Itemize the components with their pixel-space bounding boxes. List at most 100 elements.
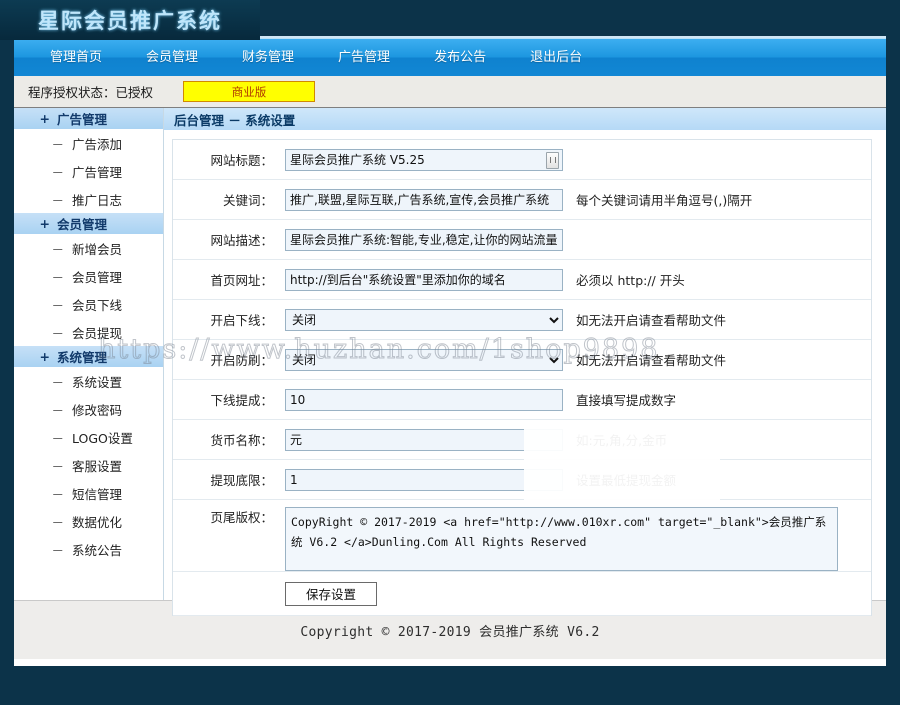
nav-finance[interactable]: 财务管理 (220, 39, 316, 77)
form-row-home-url: 首页网址： 必须以 http:// 开头 (173, 260, 871, 300)
form-row-site-title: 网站标题： (173, 140, 871, 180)
dash-icon: － (51, 136, 64, 152)
hint-keywords: 每个关键词请用半角逗号(,)隔开 (576, 193, 753, 208)
license-edition-badge[interactable]: 商业版 (183, 81, 316, 102)
sidebar-item-label: 短信管理 (72, 486, 123, 502)
field-actions: 保存设置 (285, 581, 871, 606)
sidebar-item-label: 会员管理 (72, 269, 123, 285)
field-enable-second: 关闭 如无法开启请查看帮助文件 (285, 348, 871, 371)
label-description: 网站描述： (210, 233, 273, 248)
label-keywords: 关键词： (222, 193, 273, 208)
sidebar-item-0-2[interactable]: － 推广日志 (14, 185, 163, 213)
hint-downline-rate: 直接填写提成数字 (576, 393, 677, 408)
sidebar-item-label: 新增会员 (72, 241, 123, 257)
field-enable-downline: 关闭 如无法开启请查看帮助文件 (285, 308, 871, 331)
field-downline-rate: 直接填写提成数字 (285, 388, 871, 411)
keywords-input[interactable] (285, 188, 563, 211)
body-split: + 广告管理 － 广告添加 － 广告管理 － 推广日志 + 会员管理 － 新增会员 － 会员管理 － 会员下线… (14, 108, 886, 616)
content-area: 后台管理 － 系统设置 网站标题： 关键词： (164, 108, 886, 616)
sidebar-menu: + 广告管理 － 广告添加 － 广告管理 － 推广日志 + 会员管理 － 新增会员 － 会员管理 － 会员下线… (14, 108, 164, 600)
license-bar: 程序授权状态：已授权 商业版 (14, 76, 886, 108)
sidebar-group-label: 广告管理 (57, 112, 108, 127)
spinner-icon[interactable] (546, 151, 559, 169)
sidebar-item-label: 系统设置 (72, 374, 123, 390)
sidebar-item-1-1[interactable]: － 会员管理 (14, 262, 163, 290)
hint-home-url: 必须以 http:// 开头 (576, 273, 685, 288)
sidebar-item-label: 修改密码 (72, 402, 123, 418)
form-row-footer-copy: 页尾版权： CopyRight © 2017-2019 <a href="htt… (173, 500, 871, 572)
label-downline-rate: 下线提成： (210, 393, 273, 408)
sidebar-group-0[interactable]: + 广告管理 (14, 108, 163, 129)
nav-ads[interactable]: 广告管理 (316, 39, 412, 77)
expand-plus-icon: + (39, 111, 50, 126)
label-home-url: 首页网址： (210, 273, 273, 288)
hint-currency-name: 如:元,角,分,金币 (576, 433, 668, 448)
dash-icon: － (51, 486, 64, 502)
form-row-keywords: 关键词： 每个关键词请用半角逗号(,)隔开 (173, 180, 871, 220)
dash-icon: － (51, 430, 64, 446)
sidebar-item-2-1[interactable]: － 修改密码 (14, 395, 163, 423)
nav-members[interactable]: 会员管理 (124, 39, 220, 77)
sidebar-group-1[interactable]: + 会员管理 (14, 213, 163, 234)
form-row-withdraw-min: 提现底限： 设置最低提现金额 (173, 460, 871, 500)
sidebar-item-label: 系统公告 (72, 542, 123, 558)
sidebar-item-label: 广告管理 (72, 164, 123, 180)
sidebar-item-label: 广告添加 (72, 136, 123, 152)
hint-enable-downline: 如无法开启请查看帮助文件 (576, 313, 727, 328)
sidebar-item-2-0[interactable]: － 系统设置 (14, 367, 163, 395)
sidebar-item-label: 会员提现 (72, 325, 123, 341)
logo-title: 星际会员推广系统 (38, 9, 222, 33)
save-settings-button[interactable]: 保存设置 (285, 581, 377, 606)
home-url-input[interactable] (285, 268, 563, 291)
page-frame: 管理首页 会员管理 财务管理 广告管理 发布公告 退出后台 程序授权状态：已授权 商业版 … (14, 36, 886, 666)
label-withdraw-min: 提现底限： (210, 473, 273, 488)
sidebar-item-1-3[interactable]: － 会员提现 (14, 318, 163, 346)
sidebar-item-2-6[interactable]: － 系统公告 (14, 535, 163, 563)
sidebar-item-0-1[interactable]: － 广告管理 (14, 157, 163, 185)
withdraw-min-input[interactable] (285, 468, 563, 491)
sidebar-item-2-3[interactable]: － 客服设置 (14, 451, 163, 479)
label-currency-name: 货币名称： (210, 433, 273, 448)
dash-icon: － (51, 269, 64, 285)
form-row-enable-downline: 开启下线： 关闭 如无法开启请查看帮助文件 (173, 300, 871, 340)
dash-icon: － (51, 297, 64, 313)
dash-icon: － (51, 241, 64, 257)
field-description (285, 228, 871, 251)
dash-icon: － (51, 192, 64, 208)
form-row-description: 网站描述： (173, 220, 871, 260)
field-site-title (285, 148, 871, 171)
dash-icon: － (51, 458, 64, 474)
footer-copy-textarea[interactable]: CopyRight © 2017-2019 <a href="http://ww… (285, 507, 838, 571)
sidebar-item-1-2[interactable]: － 会员下线 (14, 290, 163, 318)
field-footer-copy: CopyRight © 2017-2019 <a href="http://ww… (285, 507, 871, 571)
sidebar-item-2-5[interactable]: － 数据优化 (14, 507, 163, 535)
sidebar-group-2[interactable]: + 系统管理 (14, 346, 163, 367)
form-row-enable-second: 开启防刷： 关闭 如无法开启请查看帮助文件 (173, 340, 871, 380)
footer-copyright-text: Copyright © 2017-2019 会员推广系统 V6.2 (300, 624, 600, 640)
enable-downline-select[interactable]: 关闭 (285, 308, 563, 331)
nav-logout[interactable]: 退出后台 (508, 39, 604, 77)
field-currency-name: 如:元,角,分,金币 (285, 428, 871, 451)
sidebar-group-label: 会员管理 (57, 217, 108, 232)
downline-rate-input[interactable] (285, 388, 563, 411)
dash-icon: － (51, 542, 64, 558)
hint-withdraw-min: 设置最低提现金额 (576, 473, 677, 488)
sidebar-item-label: 推广日志 (72, 192, 123, 208)
expand-plus-icon: + (39, 349, 50, 364)
dash-icon: － (51, 325, 64, 341)
currency-name-input[interactable] (285, 428, 563, 451)
enable-second-select[interactable]: 关闭 (285, 348, 563, 371)
system-settings-form: 网站标题： 关键词： 每个关键词请用半角逗号(,)隔开 (172, 139, 872, 616)
sidebar-item-2-2[interactable]: － LOGO设置 (14, 423, 163, 451)
logo-banner: 星际会员推广系统 (0, 0, 260, 40)
sidebar-group-label: 系统管理 (57, 350, 108, 365)
form-row-currency-name: 货币名称： 如:元,角,分,金币 (173, 420, 871, 460)
nav-home[interactable]: 管理首页 (28, 39, 124, 77)
sidebar-item-2-4[interactable]: － 短信管理 (14, 479, 163, 507)
nav-announce[interactable]: 发布公告 (412, 39, 508, 77)
description-input[interactable] (285, 228, 563, 251)
dash-icon: － (51, 374, 64, 390)
sidebar-item-1-0[interactable]: － 新增会员 (14, 234, 163, 262)
site-title-input[interactable] (285, 148, 563, 171)
sidebar-item-0-0[interactable]: － 广告添加 (14, 129, 163, 157)
